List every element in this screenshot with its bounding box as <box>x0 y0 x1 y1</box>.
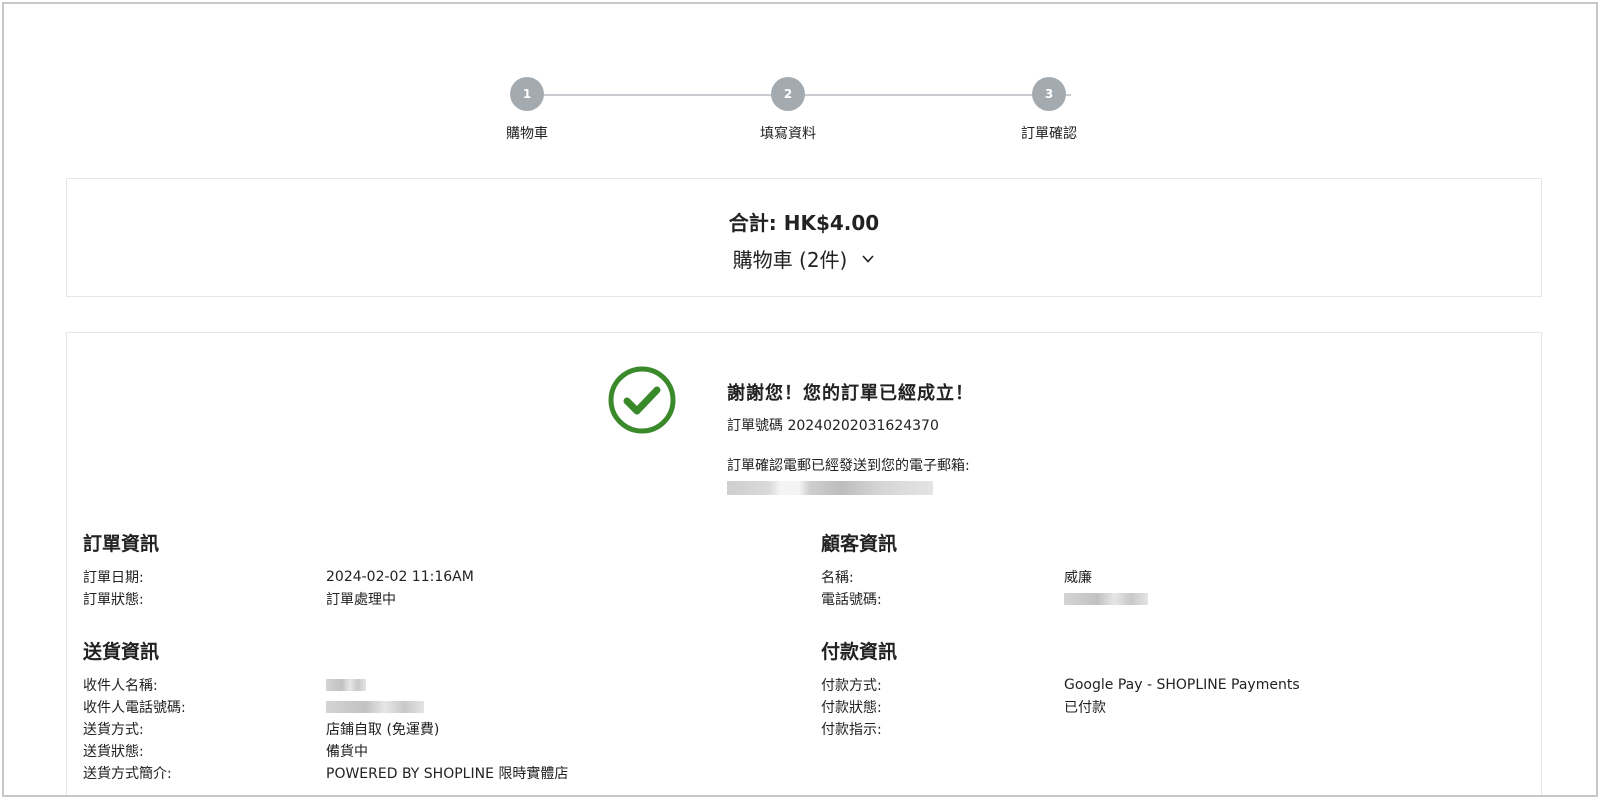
recipient-name-label: 收件人名稱: <box>83 678 158 694</box>
delivery-method-row: 送貨方式: 店鋪自取 (免運費) <box>83 718 803 740</box>
order-date-row: 訂單日期: 2024-02-02 11:16AM <box>83 566 803 588</box>
order-total: 合計: HK$4.00 <box>728 211 880 235</box>
order-summary-card: 合計: HK$4.00 購物車 (2件) <box>66 178 1542 297</box>
page-frame: 1 購物車 2 填寫資料 3 訂單確認 合計: HK$4.00 購物車 (2件) <box>2 2 1598 797</box>
payment-method-value: Google Pay - SHOPLINE Payments <box>1064 677 1300 693</box>
order-info-title: 訂單資訊 <box>83 533 160 555</box>
payment-info-title: 付款資訊 <box>821 641 898 663</box>
order-info-section: 訂單資訊 訂單日期: 2024-02-02 11:16AM 訂單狀態: 訂單處理… <box>83 529 803 610</box>
checkout-stepper: 1 購物車 2 填寫資料 3 訂單確認 <box>4 74 1596 154</box>
customer-phone-row: 電話號碼: <box>821 588 1541 610</box>
order-confirmation-card: 謝謝您！您的訂單已經成立！ 訂單號碼 20240202031624370 訂單確… <box>66 332 1542 795</box>
customer-info-section: 顧客資訊 名稱: 威廉 電話號碼: <box>821 529 1541 610</box>
delivery-info-title: 送貨資訊 <box>83 641 160 663</box>
redacted-recipient-phone <box>326 701 424 713</box>
customer-name-label: 名稱: <box>821 570 854 586</box>
payment-method-label: 付款方式: <box>821 678 882 694</box>
delivery-status-label: 送貨狀態: <box>83 744 144 760</box>
step-label: 訂單確認 <box>1021 126 1077 142</box>
step-label: 填寫資料 <box>760 126 816 142</box>
order-date-label: 訂單日期: <box>83 570 144 586</box>
payment-info-section: 付款資訊 付款方式: Google Pay - SHOPLINE Payment… <box>821 637 1541 740</box>
order-date-value: 2024-02-02 11:16AM <box>326 569 474 585</box>
order-number: 訂單號碼 20240202031624370 <box>727 418 939 434</box>
customer-phone-label: 電話號碼: <box>821 592 882 608</box>
step-number: 2 <box>771 77 805 111</box>
payment-method-row: 付款方式: Google Pay - SHOPLINE Payments <box>821 674 1541 696</box>
cart-toggle-label: 購物車 (2件) <box>732 248 848 272</box>
payment-instructions-label: 付款指示: <box>821 722 882 738</box>
delivery-status-value: 備貨中 <box>326 744 368 760</box>
delivery-method-label: 送貨方式: <box>83 722 144 738</box>
step-cart: 1 購物車 <box>467 77 587 143</box>
step-label: 購物車 <box>506 126 548 142</box>
recipient-phone-row: 收件人電話號碼: <box>83 696 803 718</box>
delivery-info-section: 送貨資訊 收件人名稱: 收件人電話號碼: 送貨方式: 店鋪自取 (免運費) 送貨… <box>83 637 803 784</box>
recipient-name-row: 收件人名稱: <box>83 674 803 696</box>
payment-status-row: 付款狀態: 已付款 <box>821 696 1541 718</box>
customer-info-title: 顧客資訊 <box>821 533 898 555</box>
check-circle-icon <box>608 366 676 434</box>
order-status-value: 訂單處理中 <box>326 592 396 608</box>
payment-status-label: 付款狀態: <box>821 700 882 716</box>
cart-toggle-button[interactable]: 購物車 (2件) <box>733 244 876 273</box>
redacted-recipient-name <box>326 679 366 691</box>
delivery-desc-row: 送貨方式簡介: POWERED BY SHOPLINE 限時實體店 <box>83 762 803 784</box>
recipient-phone-label: 收件人電話號碼: <box>83 700 186 716</box>
email-note: 訂單確認電郵已經發送到您的電子郵箱: <box>727 458 970 474</box>
redacted-email <box>727 481 933 495</box>
customer-name-row: 名稱: 威廉 <box>821 566 1541 588</box>
thank-you-heading: 謝謝您！您的訂單已經成立！ <box>727 383 974 404</box>
delivery-method-value: 店鋪自取 (免運費) <box>326 722 440 738</box>
success-text: 謝謝您！您的訂單已經成立！ 訂單號碼 20240202031624370 訂單確… <box>727 379 974 495</box>
delivery-status-row: 送貨狀態: 備貨中 <box>83 740 803 762</box>
order-status-row: 訂單狀態: 訂單處理中 <box>83 588 803 610</box>
order-status-label: 訂單狀態: <box>83 592 144 608</box>
payment-status-value: 已付款 <box>1064 700 1106 716</box>
step-confirm: 3 訂單確認 <box>989 77 1109 143</box>
success-message: 謝謝您！您的訂單已經成立！ 訂單號碼 20240202031624370 訂單確… <box>607 365 1207 505</box>
chevron-down-icon <box>862 254 874 263</box>
step-number: 3 <box>1032 77 1066 111</box>
redacted-phone <box>1064 593 1148 605</box>
delivery-desc-label: 送貨方式簡介: <box>83 766 172 782</box>
step-details: 2 填寫資料 <box>728 77 848 143</box>
payment-instructions-row: 付款指示: <box>821 718 1541 740</box>
customer-name-value: 威廉 <box>1064 570 1092 586</box>
step-number: 1 <box>510 77 544 111</box>
delivery-desc-value: POWERED BY SHOPLINE 限時實體店 <box>326 766 569 782</box>
